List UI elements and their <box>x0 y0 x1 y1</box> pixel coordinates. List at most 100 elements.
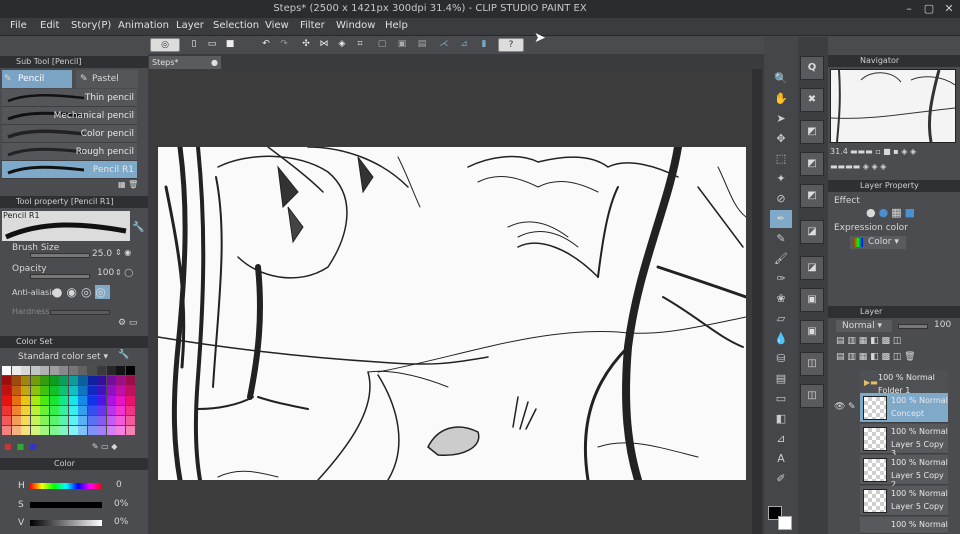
layer-row-layer5-copy[interactable]: 100 % Normal Layer 5 Copy <box>860 486 948 516</box>
airbrush-icon[interactable]: ✑ <box>770 270 792 288</box>
colorset-footer-icons[interactable]: ■ ■ ■ ✎ ▭ ◆ <box>4 442 144 451</box>
color-swatch[interactable] <box>11 386 21 395</box>
color-swatch[interactable] <box>49 386 59 395</box>
color-swatch[interactable] <box>125 376 135 385</box>
brush-mechanical-pencil[interactable]: Mechanical pencil <box>2 107 137 125</box>
saturation-value[interactable]: 0% <box>114 499 128 509</box>
hardness-slider[interactable] <box>50 310 110 315</box>
menu-animation[interactable]: Animation <box>118 20 169 31</box>
color-swatch[interactable] <box>87 396 97 405</box>
brush-pencil-r1[interactable]: Pencil R1 <box>2 161 137 179</box>
color-swatch[interactable] <box>30 406 40 415</box>
color-swatch[interactable] <box>21 406 30 415</box>
color-swatch[interactable] <box>97 416 106 425</box>
ruler-snap-icon[interactable]: ⋌ <box>436 38 452 52</box>
color-swatch[interactable] <box>30 376 40 385</box>
color-swatch[interactable] <box>11 376 21 385</box>
menu-story[interactable]: Story(P) <box>71 20 111 31</box>
hue-value[interactable]: 0 <box>116 480 122 490</box>
panel-toggle-icon[interactable]: ◫ <box>800 352 824 376</box>
color-swatch[interactable] <box>87 426 97 435</box>
panel-toggle-icon[interactable]: ◪ <box>800 220 824 244</box>
color-swatch[interactable] <box>68 366 78 375</box>
hand-tool-icon[interactable]: ✋ <box>770 90 792 108</box>
auto-select-icon[interactable]: ✦ <box>770 170 792 188</box>
menu-window[interactable]: Window <box>336 20 375 31</box>
frame-tool-icon[interactable]: ◧ <box>770 410 792 428</box>
color-swatch[interactable] <box>49 416 59 425</box>
menu-filter[interactable]: Filter <box>300 20 325 31</box>
color-swatch[interactable] <box>106 426 116 435</box>
color-swatch[interactable] <box>59 386 68 395</box>
brush-thin-pencil[interactable]: Thin pencil <box>2 89 137 107</box>
color-swatch[interactable] <box>125 416 135 425</box>
color-swatch[interactable] <box>125 396 135 405</box>
color-swatch[interactable] <box>68 426 78 435</box>
value-value[interactable]: 0% <box>114 517 128 527</box>
color-swatch[interactable] <box>21 426 30 435</box>
transform-icon[interactable]: ⌗ <box>352 38 368 52</box>
selection-border-icon[interactable]: ▤ <box>414 38 430 52</box>
panel-toggle-icon[interactable]: ▣ <box>800 320 824 344</box>
brush-color-pencil[interactable]: Color pencil <box>2 125 137 143</box>
color-swatch[interactable] <box>116 416 125 425</box>
opacity-stepper-icon[interactable]: ⇕ ◯ <box>115 268 133 277</box>
color-swatch[interactable] <box>21 386 30 395</box>
color-swatch[interactable] <box>68 376 78 385</box>
color-swatch[interactable] <box>2 396 11 405</box>
brush-size-stepper-icon[interactable]: ⇕ ◉ <box>115 248 131 257</box>
color-swatch[interactable] <box>49 376 59 385</box>
layer-opacity-slider[interactable] <box>898 324 928 329</box>
panel-toggle-icon[interactable]: ◪ <box>800 256 824 280</box>
color-swatch[interactable] <box>2 386 11 395</box>
color-swatch[interactable] <box>78 376 87 385</box>
open-folder-icon[interactable]: ▭ <box>204 38 220 52</box>
color-swatch[interactable] <box>59 366 68 375</box>
menu-edit[interactable]: Edit <box>40 20 59 31</box>
color-swatch[interactable] <box>21 396 30 405</box>
color-swatch[interactable] <box>68 386 78 395</box>
brush-tool-icon[interactable]: 🖌 <box>770 250 792 268</box>
navigator-preview[interactable] <box>830 69 956 143</box>
wrench-icon[interactable]: 🔧 <box>132 222 144 233</box>
color-swatch[interactable] <box>106 366 116 375</box>
color-swatch[interactable] <box>116 386 125 395</box>
text-tool-icon[interactable]: A <box>770 450 792 468</box>
color-swatch[interactable] <box>59 376 68 385</box>
navigator-controls-row2[interactable]: ▬▬▬▬ ◈ ◈ ◈ <box>830 162 956 172</box>
color-swatch[interactable] <box>97 406 106 415</box>
color-swatch[interactable] <box>40 406 49 415</box>
color-swatch[interactable] <box>30 426 40 435</box>
color-swatch[interactable] <box>30 386 40 395</box>
color-swatch[interactable] <box>87 406 97 415</box>
material-icon[interactable]: ✖ <box>800 88 824 112</box>
color-swatch[interactable] <box>30 396 40 405</box>
canvas-tab[interactable]: Steps* ● <box>149 56 221 69</box>
color-swatch[interactable] <box>68 406 78 415</box>
color-palette[interactable] <box>2 366 136 438</box>
hue-slider[interactable] <box>30 483 102 489</box>
color-swatch[interactable] <box>78 386 87 395</box>
ruler-tool-icon[interactable]: ⊿ <box>770 430 792 448</box>
blend-tool-icon[interactable]: 💧 <box>770 330 792 348</box>
color-swatch[interactable] <box>78 366 87 375</box>
color-swatch[interactable] <box>97 366 106 375</box>
invert-selection-icon[interactable]: ▣ <box>394 38 410 52</box>
color-swatch[interactable] <box>21 376 30 385</box>
color-swatch[interactable] <box>106 416 116 425</box>
color-swatch[interactable] <box>106 396 116 405</box>
special-ruler-snap-icon[interactable]: ⊿ <box>456 38 472 52</box>
menu-file[interactable]: File <box>10 20 27 31</box>
colorset-select[interactable]: Standard color set ▾ <box>18 352 118 362</box>
saturation-slider[interactable] <box>30 502 102 508</box>
color-swatch[interactable] <box>97 376 106 385</box>
move-layer-icon[interactable]: ✥ <box>770 130 792 148</box>
color-swatch[interactable] <box>49 406 59 415</box>
color-swatch[interactable] <box>11 416 21 425</box>
antialiasing-options[interactable]: ●◉◎◎ <box>52 285 132 301</box>
tab-pencil[interactable]: Pencil <box>2 70 72 88</box>
grid-snap-icon[interactable]: ▮ <box>476 38 492 52</box>
fill-tool-icon[interactable]: ⛁ <box>770 350 792 368</box>
color-swatch[interactable] <box>49 366 59 375</box>
color-swatch[interactable] <box>2 376 11 385</box>
